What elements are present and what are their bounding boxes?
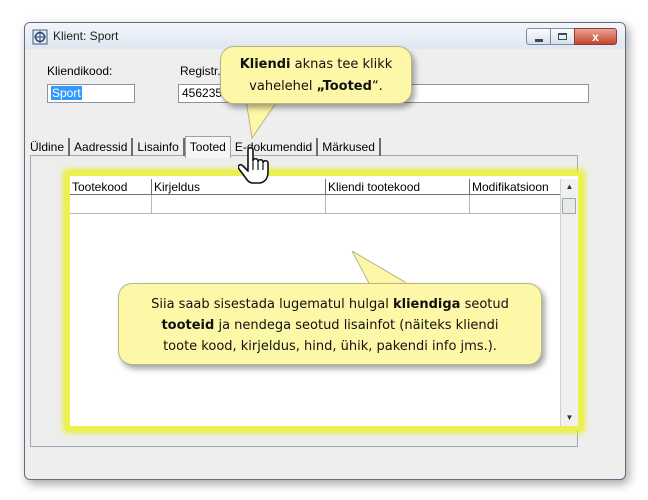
minimize-button[interactable] (526, 28, 551, 45)
tab-lisainfo[interactable]: Lisainfo (133, 138, 185, 156)
app-icon (32, 29, 48, 45)
kliendikood-field[interactable]: Sport (47, 84, 135, 103)
window-title: Klient: Sport (53, 29, 119, 43)
col-modifikatsioon[interactable]: Modifikatsioon (470, 179, 562, 195)
callout2-t2: seotud (460, 297, 509, 312)
callout1-text2: vahelehel (249, 79, 317, 94)
grid-scrollbar[interactable]: ▲ ▼ (560, 179, 578, 426)
close-icon: x (592, 30, 599, 44)
kliendikood-value: Sport (51, 86, 82, 100)
callout1-quote-close: “. (371, 79, 383, 94)
col-kliendi-tootekood[interactable]: Kliendi tootekood (326, 179, 470, 195)
pointer-hand-icon (238, 146, 269, 184)
callout1-tail (245, 100, 279, 140)
tab-strip: Üldine Aadressid Lisainfo Tooted E-dokum… (26, 136, 381, 158)
scroll-thumb[interactable] (562, 198, 576, 214)
grid-cell[interactable] (152, 195, 326, 214)
callout2-b1: kliendiga (392, 297, 461, 312)
callout-grid-hint: Siia saab sisestada lugematul hulgal kli… (118, 283, 542, 365)
scroll-up-icon[interactable]: ▲ (561, 179, 578, 195)
tab-uldine[interactable]: Üldine (26, 138, 71, 156)
callout2-t4: toote kood, kirjeldus, hind, ühik, paken… (163, 339, 497, 354)
callout1-text1: aknas tee klikk (290, 57, 393, 72)
tab-tooted[interactable]: Tooted (184, 136, 231, 158)
minimize-icon (535, 39, 543, 42)
scroll-down-icon[interactable]: ▼ (561, 410, 578, 426)
callout2-t1: Siia saab sisestada lugematul hulgal (151, 297, 393, 312)
tab-aadressid[interactable]: Aadressid (70, 138, 134, 156)
registr-label: Registr. (180, 64, 221, 78)
close-button[interactable]: x (574, 28, 617, 45)
callout-tooted-hint: Kliendi aknas tee klikk vahelehel „Toote… (220, 46, 412, 104)
maximize-button[interactable] (550, 28, 575, 45)
callout2-t3: ja nendega seotud lisainfot (näiteks kli… (214, 318, 499, 333)
kliendikood-label: Kliendikood: (47, 64, 113, 78)
callout1-bold2: Tooted (322, 79, 372, 94)
grid-cell[interactable] (326, 195, 470, 214)
maximize-icon (558, 33, 567, 40)
callout2-b2: tooteid (161, 318, 215, 333)
grid-cell[interactable] (70, 195, 152, 214)
tab-markused[interactable]: Märkused (318, 138, 381, 156)
callout1-bold1: Kliendi (239, 57, 291, 72)
col-tootekood[interactable]: Tootekood (70, 179, 152, 195)
grid-cell[interactable] (470, 195, 562, 214)
callout2-tail (351, 251, 412, 286)
